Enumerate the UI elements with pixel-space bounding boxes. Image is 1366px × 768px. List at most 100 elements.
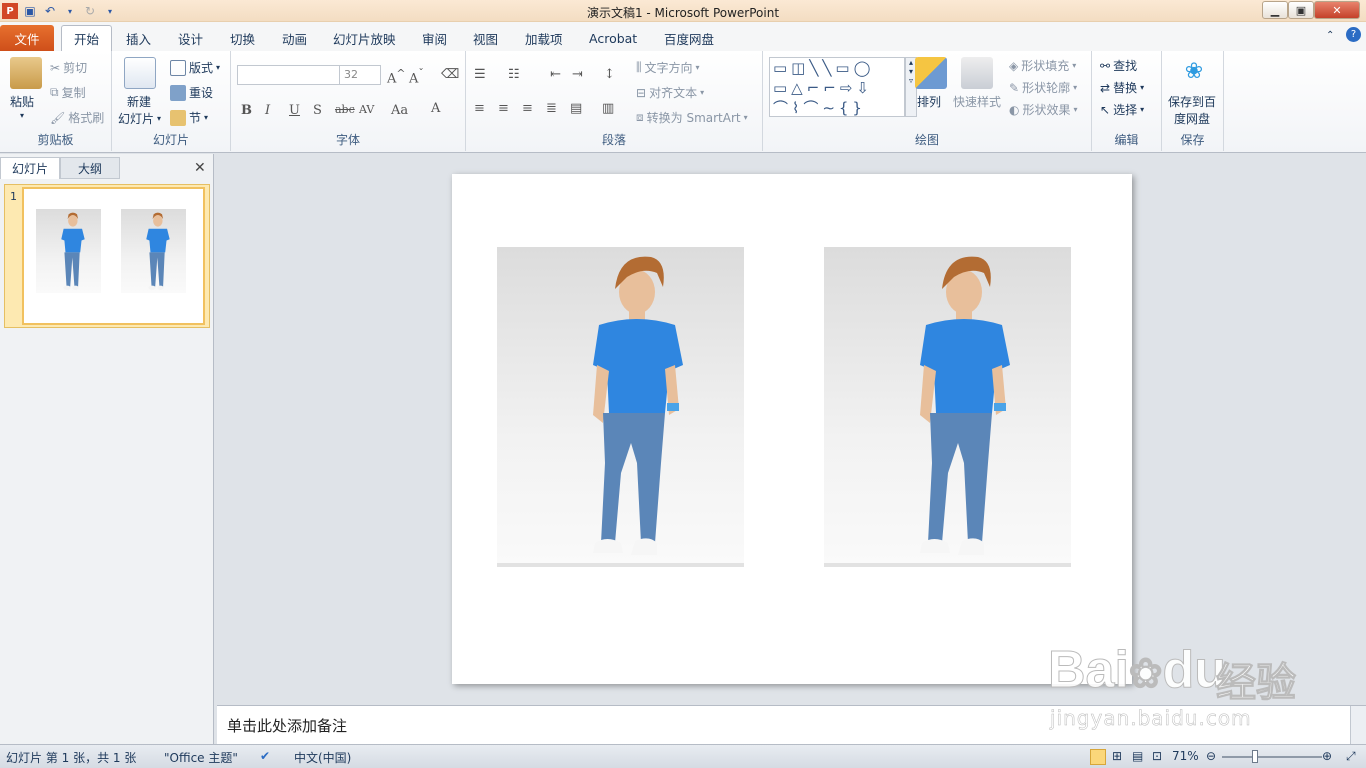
columns-icon[interactable]: ▥: [602, 101, 614, 116]
align-right-icon[interactable]: ≡: [522, 101, 533, 116]
slide-sorter-icon[interactable]: ⊞: [1112, 749, 1122, 763]
cut-button[interactable]: ✂ 剪切: [50, 59, 87, 76]
notes-placeholder: 单击此处添加备注: [227, 717, 348, 735]
notes-pane[interactable]: 单击此处添加备注: [217, 705, 1366, 745]
brush-icon: 🖌: [50, 110, 66, 125]
layout-button[interactable]: 版式 ▾: [170, 59, 220, 76]
tab-baidu-netdisk[interactable]: 百度网盘: [652, 25, 726, 51]
font-name-combo[interactable]: [237, 65, 341, 85]
paste-dropdown-icon[interactable]: ▾: [20, 111, 24, 120]
clear-format-icon[interactable]: ⌫: [441, 67, 459, 82]
fit-to-window-icon[interactable]: ⤢: [1346, 749, 1356, 764]
maximize-button[interactable]: ▣: [1288, 1, 1314, 19]
numbering-icon[interactable]: ☷: [508, 67, 520, 82]
increase-indent-icon[interactable]: ⇥: [572, 67, 583, 82]
slide-photo-right[interactable]: [824, 247, 1071, 567]
align-text-button[interactable]: ⊟ 对齐文本 ▾: [636, 84, 704, 101]
help-icon[interactable]: ?: [1346, 27, 1361, 42]
theme-name[interactable]: "Office 主题": [164, 749, 238, 766]
clipboard-group: 粘贴 ▾ ✂ 剪切 ⧉ 复制 🖌 格式刷 剪贴板: [0, 51, 112, 151]
strikethrough-icon[interactable]: abc: [335, 103, 355, 116]
select-button[interactable]: ↖ 选择 ▾: [1100, 101, 1144, 118]
change-case-icon[interactable]: Aa: [391, 103, 408, 118]
save-to-netdisk-label2[interactable]: 度网盘: [1174, 110, 1210, 127]
zoom-level[interactable]: 71%: [1172, 749, 1199, 763]
section-button[interactable]: 节 ▾: [170, 109, 208, 126]
tab-view[interactable]: 视图: [461, 25, 510, 51]
copy-icon: ⧉: [50, 85, 59, 99]
font-label: 字体: [335, 133, 360, 147]
shadow-icon[interactable]: S: [313, 103, 322, 118]
tab-home[interactable]: 开始: [61, 25, 113, 51]
tab-review[interactable]: 审阅: [410, 25, 459, 51]
format-painter-button[interactable]: 🖌 格式刷: [50, 109, 104, 126]
tab-acrobat[interactable]: Acrobat: [577, 25, 649, 51]
zoom-slider-thumb[interactable]: [1252, 750, 1258, 763]
arrange-button[interactable]: 排列: [917, 93, 941, 110]
paste-button[interactable]: 粘贴: [10, 93, 34, 110]
quick-styles-icon[interactable]: [961, 57, 993, 89]
baidu-cloud-icon[interactable]: ❀: [1180, 59, 1208, 85]
thumb-photo-right: [121, 209, 186, 293]
tab-insert[interactable]: 插入: [114, 25, 163, 51]
save-to-netdisk-label1[interactable]: 保存到百: [1168, 93, 1216, 110]
decrease-indent-icon[interactable]: ⇤: [550, 67, 561, 82]
tab-file[interactable]: 文件: [0, 25, 54, 51]
shrink-font-icon[interactable]: Aˇ: [409, 67, 424, 86]
shape-fill-button[interactable]: ◈ 形状填充 ▾: [1009, 57, 1076, 74]
copy-button[interactable]: ⧉ 复制: [50, 84, 86, 101]
font-color-icon[interactable]: A: [431, 101, 440, 116]
collapse-ribbon-icon[interactable]: ⌃: [1326, 30, 1334, 41]
zoom-out-icon[interactable]: ⊖: [1206, 749, 1216, 763]
slide-canvas[interactable]: [452, 174, 1132, 684]
notes-scrollbar[interactable]: [1350, 706, 1366, 745]
close-button[interactable]: ✕: [1314, 1, 1360, 19]
minimize-button[interactable]: ▁: [1262, 1, 1288, 19]
find-button[interactable]: ⚯ 查找: [1100, 57, 1137, 74]
normal-view-icon[interactable]: [1090, 749, 1106, 765]
new-slide-dropdown[interactable]: 幻灯片 ▾: [118, 110, 161, 127]
align-left-icon[interactable]: ≡: [474, 101, 485, 116]
zoom-in-icon[interactable]: ⊕: [1322, 749, 1332, 763]
shapes-gallery[interactable]: ▭◫╲╲▭◯ ▭△⌐⌐⇨⇩ ⌒⌇⌒∼{}: [769, 57, 905, 117]
language[interactable]: 中文(中国): [294, 749, 351, 766]
bullets-icon[interactable]: ☰: [474, 67, 486, 82]
slide-thumbnail[interactable]: [22, 187, 205, 325]
tab-animations[interactable]: 动画: [270, 25, 319, 51]
arrange-icon[interactable]: [915, 57, 947, 89]
align-center-icon[interactable]: ≡: [498, 101, 509, 116]
quick-styles-button[interactable]: 快速样式: [953, 93, 1001, 110]
line-spacing-icon[interactable]: ↕: [604, 67, 615, 82]
tab-design[interactable]: 设计: [166, 25, 215, 51]
tab-transitions[interactable]: 切换: [218, 25, 267, 51]
smartart-button[interactable]: ⧈ 转换为 SmartArt ▾: [636, 109, 748, 126]
tab-slides[interactable]: 幻灯片: [0, 157, 60, 179]
underline-icon[interactable]: U: [289, 103, 300, 118]
char-spacing-icon[interactable]: AV: [359, 103, 374, 116]
new-slide-button[interactable]: 新建: [127, 93, 151, 110]
justify-icon[interactable]: ≣: [546, 101, 557, 116]
bold-icon[interactable]: B: [241, 103, 252, 118]
close-panel-icon[interactable]: ✕: [194, 160, 206, 176]
slideshow-icon[interactable]: ⊡: [1152, 749, 1162, 763]
editing-label: 编辑: [1114, 133, 1139, 147]
tab-slideshow[interactable]: 幻灯片放映: [321, 25, 408, 51]
shape-effects-button[interactable]: ◐ 形状效果 ▾: [1009, 101, 1078, 118]
text-direction-button[interactable]: ⫼ 文字方向 ▾: [636, 59, 700, 76]
paste-icon[interactable]: [10, 57, 42, 89]
tab-outline[interactable]: 大纲: [60, 157, 120, 179]
distributed-icon[interactable]: ▤: [570, 101, 582, 116]
reading-view-icon[interactable]: ▤: [1132, 749, 1143, 763]
shape-outline-button[interactable]: ✎ 形状轮廓 ▾: [1009, 79, 1077, 96]
grow-font-icon[interactable]: A^: [387, 67, 405, 86]
spellcheck-icon[interactable]: ✔: [260, 749, 270, 763]
italic-icon[interactable]: I: [265, 103, 270, 118]
new-slide-icon[interactable]: [124, 57, 156, 89]
replace-button[interactable]: ⇄ 替换 ▾: [1100, 79, 1144, 96]
tab-addins[interactable]: 加载项: [513, 25, 575, 51]
reset-button[interactable]: 重设: [170, 84, 213, 101]
zoom-slider[interactable]: [1222, 756, 1322, 758]
editing-group: ⚯ 查找 ⇄ 替换 ▾ ↖ 选择 ▾ 编辑: [1092, 51, 1162, 151]
slide-photo-left[interactable]: [497, 247, 744, 567]
font-size-combo[interactable]: 32: [339, 65, 381, 85]
